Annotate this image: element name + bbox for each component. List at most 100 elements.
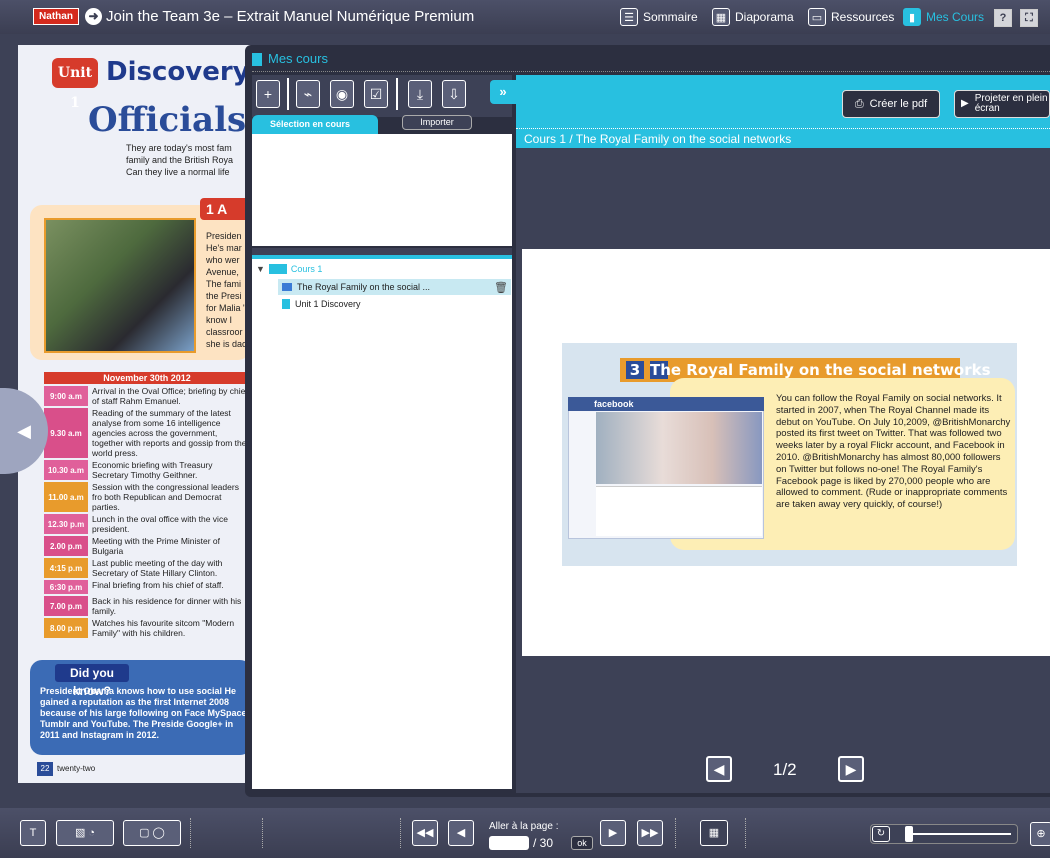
divider	[745, 818, 747, 848]
divider	[287, 78, 289, 110]
tab-selection[interactable]: Sélection en cours	[252, 115, 378, 134]
nav-ressources-button[interactable]: ▭ Ressources	[808, 8, 894, 26]
facebook-posts	[596, 486, 762, 536]
project-fullscreen-label: Projeter en plein écran	[974, 93, 1048, 114]
project-fullscreen-button[interactable]: ▶ Projeter en plein écran	[954, 90, 1050, 118]
panel-title: Mes cours	[268, 51, 328, 66]
schedule-row: 4:15 p.m Last public meeting of the day w…	[44, 558, 250, 578]
trash-icon[interactable]: 🗑	[494, 281, 508, 294]
tree-item-label: The Royal Family on the social ...	[297, 282, 431, 292]
next-slide-button[interactable]: ▶	[838, 756, 864, 782]
first-page-button[interactable]: ◀◀	[412, 820, 438, 846]
folder-icon	[268, 264, 287, 274]
did-you-know-badge: Did you know?	[55, 664, 129, 698]
nav-sommaire-label: Sommaire	[643, 10, 698, 24]
slide-pager: 1/2	[773, 760, 797, 779]
divider	[190, 818, 192, 848]
mask-tools-icon[interactable]: ▢ ◯	[123, 820, 181, 846]
schedule-time: 8.00 p.m	[44, 618, 88, 638]
schedule-text: Lunch in the oval office with the vice p…	[92, 514, 228, 534]
obama-family-photo	[44, 218, 196, 353]
text-tool-icon[interactable]: T	[20, 820, 46, 846]
divider	[262, 818, 264, 848]
schedule-row: 8.00 p.m Watches his favourite sitcom "Mo…	[44, 618, 250, 638]
panel-header: Mes cours	[252, 48, 1050, 70]
help-button[interactable]: ?	[994, 9, 1012, 27]
section-badge: 1 A	[200, 198, 250, 220]
import-button[interactable]: Importer	[402, 115, 472, 130]
schedule-row: 6:30 p.m Final briefing from his chief of…	[44, 580, 250, 594]
goto-page-input[interactable]	[489, 836, 529, 850]
folder-icon: ▭	[808, 8, 826, 26]
add-page-icon[interactable]: +	[256, 80, 280, 108]
goto-ok-button[interactable]: ok	[571, 836, 593, 850]
divider	[675, 818, 677, 848]
schedule-time: 9.30 a.m	[44, 408, 88, 458]
checklist-icon[interactable]: ☑	[364, 80, 388, 108]
schedule-row: 10.30 a.m Economic briefing with Treasury…	[44, 460, 250, 480]
fullscreen-button[interactable]: ⛶	[1020, 9, 1038, 27]
tree-item[interactable]: Unit 1 Discovery	[282, 299, 361, 309]
tree-item-label: Unit 1 Discovery	[295, 299, 361, 309]
facebook-bar: facebook	[568, 397, 764, 411]
slide-heading-text: The Royal Family on the social networks	[650, 361, 991, 379]
divider	[400, 818, 402, 848]
export-icon[interactable]: ⇩	[442, 80, 466, 108]
schedule-time: 7.00 p.m	[44, 596, 88, 616]
zoom-handle[interactable]	[905, 826, 913, 842]
create-pdf-button[interactable]: ⎙ Créer le pdf	[842, 90, 940, 118]
last-page-button[interactable]: ▶▶	[637, 820, 663, 846]
nav-mes-cours-button[interactable]: ▮ Mes Cours	[903, 8, 984, 26]
create-pdf-label: Créer le pdf	[869, 98, 928, 110]
did-you-know-text: President Obama knows how to use social …	[40, 686, 250, 740]
schedule-title: November 30th 2012	[44, 372, 250, 384]
app-title: Join the Team 3e – Extrait Manuel Numéri…	[106, 8, 475, 25]
nav-diaporama-label: Diaporama	[735, 10, 794, 24]
course-icon	[252, 53, 262, 67]
prev-page-button[interactable]: ◀	[448, 820, 474, 846]
nav-sommaire-button[interactable]: ☰ Sommaire	[620, 8, 698, 26]
schedule-text: Arrival in the Oval Office; briefing by …	[92, 386, 248, 406]
course-breadcrumb: Cours 1 / The Royal Family on the social…	[516, 130, 1050, 148]
page-number-word: twenty-two	[57, 764, 96, 773]
triangle-down-icon[interactable]: ▼	[256, 264, 265, 274]
schedule-text: Session with the congressional leaders f…	[92, 482, 239, 512]
tree-item[interactable]: The Royal Family on the social ...	[282, 282, 430, 292]
schedule-time: 10.30 a.m	[44, 460, 88, 480]
attach-icon[interactable]: ⌁	[296, 80, 320, 108]
tree-root[interactable]: ▼ Cours 1	[256, 264, 322, 274]
schedule-text: Back in his residence for dinner with hi…	[92, 596, 242, 616]
nav-diaporama-button[interactable]: ▦ Diaporama	[712, 8, 794, 26]
selection-area	[252, 134, 512, 246]
unit-title: Discovery	[106, 57, 250, 87]
refresh-icon[interactable]: ↻	[872, 826, 890, 842]
schedule-time: 12.30 p.m	[44, 514, 88, 534]
schedule-text: Meeting with the Prime Minister of Bulga…	[92, 536, 221, 556]
expand-button[interactable]: »	[490, 80, 516, 104]
article-text: Presiden He's mar who wer Avenue, The fa…	[206, 231, 249, 349]
schedule-list: 9:00 a.m Arrival in the Oval Office; brie…	[44, 386, 250, 640]
draw-tools-icon[interactable]: ▧ ◔	[56, 820, 114, 846]
schedule-text: Final briefing from his chief of staff.	[92, 580, 224, 590]
arrow-right-circle-icon[interactable]: ➜	[85, 8, 102, 25]
queen-photo	[596, 412, 762, 484]
schedule-time: 4:15 p.m	[44, 558, 88, 578]
slide-icon	[282, 283, 292, 291]
schedule-row: 2.00 p.m Meeting with the Prime Minister …	[44, 536, 250, 556]
previous-slide-button[interactable]: ◀	[706, 756, 732, 782]
goto-page-label: Aller à la page :	[489, 821, 559, 832]
nav-mes-cours-label: Mes Cours	[926, 10, 985, 24]
download-icon[interactable]: ⤓	[408, 80, 432, 108]
thumbnails-grid-icon[interactable]: ▦	[700, 820, 728, 846]
page-number: 22	[37, 762, 53, 776]
schedule-row: 12.30 p.m Lunch in the oval office with t…	[44, 514, 250, 534]
zoom-in-icon[interactable]: ⊕	[1030, 822, 1050, 846]
section-number: 3	[626, 361, 644, 379]
camera-icon[interactable]: ◉	[330, 80, 354, 108]
schedule-row: 11.00 a.m Session with the congressional …	[44, 482, 250, 512]
zoom-track	[905, 833, 1011, 835]
next-page-button[interactable]: ▶	[600, 820, 626, 846]
course-icon: ▮	[903, 8, 921, 26]
schedule-text: Economic briefing with Treasury Secretar…	[92, 460, 213, 480]
schedule-time: 11.00 a.m	[44, 482, 88, 512]
